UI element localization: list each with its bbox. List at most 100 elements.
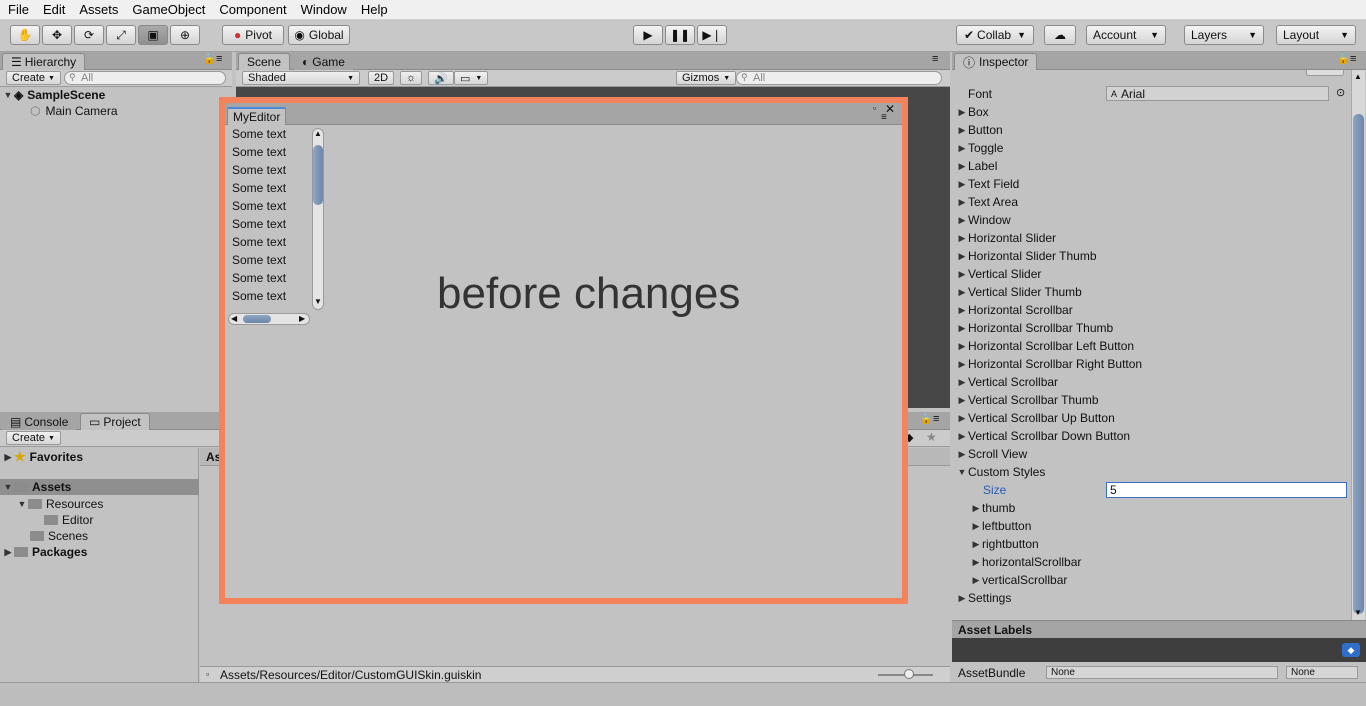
menu-edit[interactable]: Edit <box>35 2 71 17</box>
expand-arrow-icon[interactable]: ▶ <box>956 341 968 352</box>
tab-inspector[interactable]: ⓘ Inspector <box>954 53 1038 70</box>
packages-row[interactable]: ▶ Packages <box>2 544 88 560</box>
expand-arrow-icon[interactable]: ▶ <box>956 269 968 280</box>
inspector-style-foldout[interactable]: ▶ Horizontal Slider Thumb <box>956 247 1097 265</box>
editor-folder-row[interactable]: Editor <box>44 512 93 528</box>
menu-window[interactable]: Window <box>293 2 353 17</box>
expand-arrow-icon[interactable]: ▶ <box>956 251 968 262</box>
expand-arrow-icon[interactable]: ▶ <box>956 359 968 370</box>
panel-menu-icon[interactable]: ≡ <box>216 53 222 65</box>
panel-menu-icon[interactable]: ≡ <box>933 413 939 425</box>
move-tool-button[interactable]: ✥ <box>42 25 72 45</box>
cloud-button[interactable]: ☁ <box>1044 25 1076 45</box>
menu-file[interactable]: File <box>0 2 35 17</box>
panel-menu-icon[interactable]: ≡ <box>1350 53 1356 65</box>
inspector-style-foldout[interactable]: ▶ Text Area <box>956 193 1019 211</box>
account-dropdown[interactable]: Account ▼ <box>1086 25 1166 45</box>
inspector-scrollbar-thumb[interactable] <box>1353 114 1364 614</box>
expand-arrow-icon[interactable]: ▶ <box>956 431 968 442</box>
expand-arrow-icon[interactable]: ▶ <box>970 503 982 514</box>
expand-arrow-icon[interactable]: ▶ <box>2 547 14 558</box>
menu-gameobject[interactable]: GameObject <box>124 2 211 17</box>
scroll-up-arrow-icon[interactable]: ▲ <box>314 129 322 138</box>
scroll-view-list[interactable]: Some text Some text Some text Some text … <box>225 125 311 305</box>
tab-console[interactable]: ▤ Console <box>2 413 77 430</box>
scene-root-row[interactable]: ▼ ◈ SampleScene <box>2 87 106 103</box>
scale-tool-button[interactable]: ⤢ <box>106 25 136 45</box>
expand-arrow-icon[interactable]: ▶ <box>970 575 982 586</box>
asset-bundle-dropdown[interactable]: None <box>1046 666 1278 679</box>
expand-arrow-icon[interactable]: ▶ <box>956 377 968 388</box>
object-picker-icon[interactable]: ⊙ <box>1336 86 1345 99</box>
panel-menu-icon[interactable]: ≡ <box>932 53 938 65</box>
hand-tool-button[interactable]: ✋ <box>10 25 40 45</box>
menu-assets[interactable]: Assets <box>71 2 124 17</box>
custom-style-verticalscrollbar[interactable]: ▶ verticalScrollbar <box>970 571 1068 589</box>
inspector-style-foldout[interactable]: ▶ Vertical Scrollbar Up Button <box>956 409 1115 427</box>
layers-dropdown[interactable]: Layers ▼ <box>1184 25 1264 45</box>
zoom-slider-thumb[interactable] <box>904 669 914 679</box>
panel-menu-icon[interactable]: ≡ <box>881 112 887 123</box>
gizmos-dropdown[interactable]: Gizmos ▼ <box>676 71 737 85</box>
tab-project[interactable]: ▭ Project <box>80 413 150 430</box>
expand-arrow-icon[interactable]: ▶ <box>956 107 968 118</box>
favorites-row[interactable]: ▶ ★ Favorites <box>2 449 83 465</box>
label-tag-icon[interactable]: ◆ <box>1342 643 1360 657</box>
scene-search-input[interactable]: All <box>736 71 942 85</box>
scroll-right-arrow-icon[interactable]: ▶ <box>299 314 305 323</box>
project-create-button[interactable]: Create ▼ <box>6 431 61 445</box>
hierarchy-item-main-camera[interactable]: ⬡ Main Camera <box>30 103 118 119</box>
expand-arrow-icon[interactable]: ▼ <box>2 90 14 100</box>
shading-dropdown[interactable]: Shaded ▼ <box>242 71 360 85</box>
expand-arrow-icon[interactable]: ▶ <box>956 179 968 190</box>
custom-style-rightbutton[interactable]: ▶ rightbutton <box>970 535 1039 553</box>
expand-arrow-icon[interactable]: ▶ <box>2 452 14 463</box>
expand-arrow-icon[interactable]: ▼ <box>2 482 14 492</box>
tab-scene[interactable]: Scene <box>238 53 291 70</box>
inspector-style-foldout[interactable]: ▶ Text Field <box>956 175 1020 193</box>
assets-row[interactable]: ▼ Assets <box>0 479 199 495</box>
expand-arrow-icon[interactable]: ▶ <box>956 395 968 406</box>
inspector-style-foldout[interactable]: ▶ Label <box>956 157 998 175</box>
play-button[interactable]: ▶ <box>633 25 663 45</box>
inspector-style-foldout[interactable]: ▶ Horizontal Scrollbar Thumb <box>956 319 1114 337</box>
expand-arrow-icon[interactable]: ▶ <box>956 593 968 604</box>
open-button[interactable] <box>1306 70 1344 76</box>
horizontal-scrollbar-thumb[interactable] <box>243 315 271 323</box>
asset-bundle-variant-dropdown[interactable]: None <box>1286 666 1358 679</box>
resources-row[interactable]: ▼ Resources <box>16 496 104 512</box>
vertical-scrollbar-thumb[interactable] <box>313 145 323 205</box>
inspector-style-foldout[interactable]: ▶ Vertical Slider <box>956 265 1042 283</box>
step-button[interactable]: ▶❘ <box>697 25 727 45</box>
layout-dropdown[interactable]: Layout ▼ <box>1276 25 1356 45</box>
tab-hierarchy[interactable]: ☰ Hierarchy <box>2 53 86 70</box>
custom-style-horizontalscrollbar[interactable]: ▶ horizontalScrollbar <box>970 553 1082 571</box>
hierarchy-search-input[interactable]: All <box>64 71 226 85</box>
expand-arrow-icon[interactable]: ▶ <box>956 449 968 460</box>
pause-button[interactable]: ❚❚ <box>665 25 695 45</box>
inspector-style-foldout[interactable]: ▶ Horizontal Slider <box>956 229 1057 247</box>
expand-arrow-icon[interactable]: ▶ <box>956 161 968 172</box>
inspector-style-foldout[interactable]: ▶ Box <box>956 103 989 121</box>
expand-arrow-icon[interactable]: ▶ <box>970 557 982 568</box>
menu-component[interactable]: Component <box>211 2 292 17</box>
expand-arrow-icon[interactable]: ▶ <box>956 215 968 226</box>
settings-foldout[interactable]: ▶ Settings <box>956 589 1012 607</box>
favorite-star-icon[interactable]: ★ <box>926 430 937 444</box>
expand-arrow-icon[interactable]: ▶ <box>956 323 968 334</box>
tab-game[interactable]: ◐ Game <box>294 53 353 70</box>
hierarchy-create-button[interactable]: Create ▼ <box>6 71 61 85</box>
expand-arrow-icon[interactable]: ▶ <box>956 287 968 298</box>
inspector-style-foldout[interactable]: ▶ Button <box>956 121 1003 139</box>
scroll-up-arrow-icon[interactable]: ▲ <box>1354 72 1362 81</box>
scroll-down-arrow-icon[interactable]: ▼ <box>314 297 322 306</box>
mode-2d-toggle[interactable]: 2D <box>368 71 395 85</box>
scroll-left-arrow-icon[interactable]: ◀ <box>231 314 237 323</box>
rect-tool-button[interactable]: ▣ <box>138 25 168 45</box>
inspector-style-foldout[interactable]: ▶ Vertical Slider Thumb <box>956 283 1082 301</box>
size-input[interactable]: 5 <box>1106 482 1347 498</box>
inspector-style-foldout[interactable]: ▼ Custom Styles <box>956 463 1046 481</box>
maximize-icon[interactable]: ▫ <box>873 103 876 113</box>
scenes-row[interactable]: Scenes <box>30 528 88 544</box>
inspector-style-foldout[interactable]: ▶ Window <box>956 211 1011 229</box>
